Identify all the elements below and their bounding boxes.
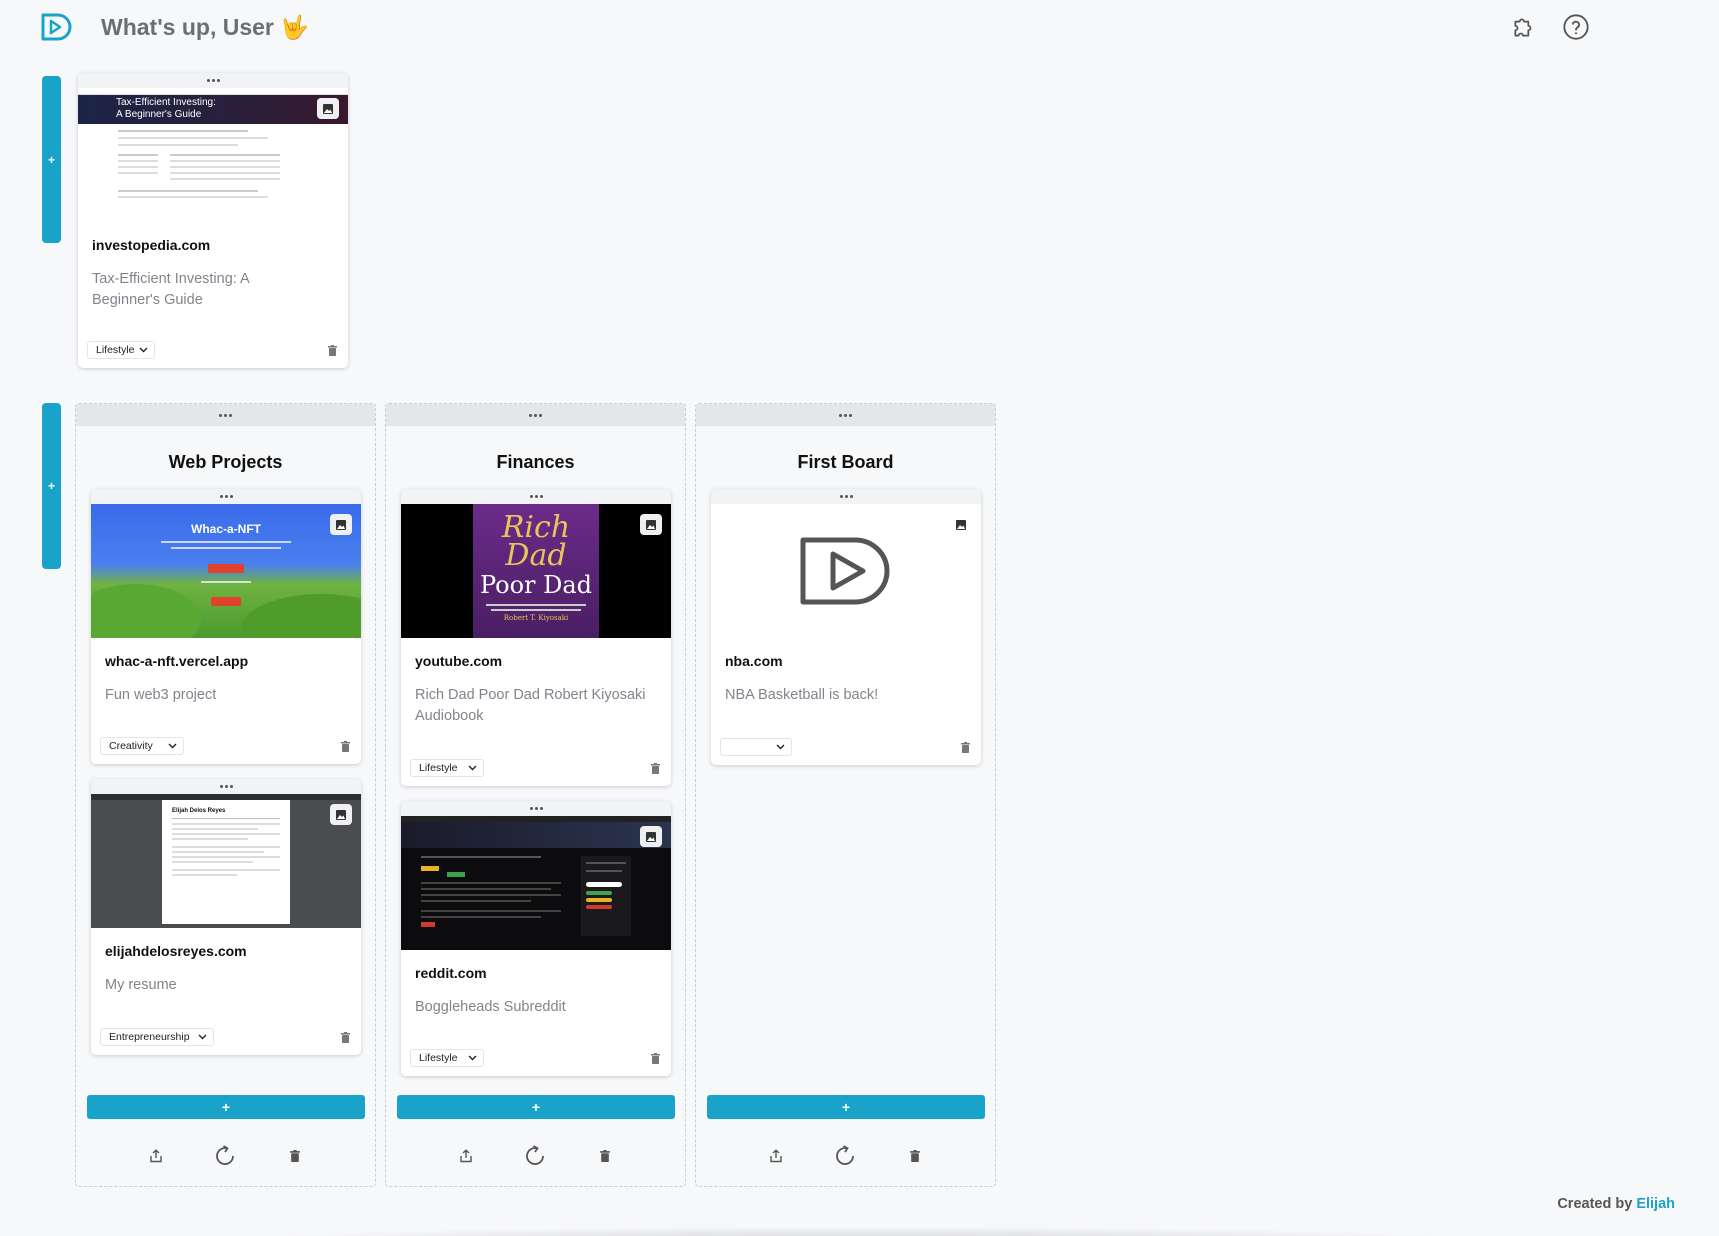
category-select[interactable]: Entrepreneurship xyxy=(100,1028,214,1046)
thumb-text-poor-dad: Poor Dad xyxy=(479,571,593,599)
trash-icon[interactable] xyxy=(592,1143,618,1169)
help-icon[interactable] xyxy=(1561,12,1591,42)
thumbnail xyxy=(401,816,671,950)
chevron-down-icon xyxy=(468,765,477,771)
bookmark-card[interactable]: Elijah Delos Reyes elijahdelosreyes.com … xyxy=(91,779,361,1055)
drag-handle[interactable] xyxy=(711,489,981,504)
chevron-down-icon xyxy=(198,1034,207,1040)
category-select[interactable]: Lifestyle xyxy=(410,759,484,777)
refresh-icon[interactable] xyxy=(212,1143,238,1169)
refresh-icon[interactable] xyxy=(522,1143,548,1169)
board-web-projects: Web Projects Whac-a-NFT whac-a-nft.verce… xyxy=(75,403,376,1187)
drag-handle[interactable] xyxy=(91,489,361,504)
trash-icon[interactable] xyxy=(649,761,661,775)
trash-icon[interactable] xyxy=(339,739,351,753)
footer-credit: Created by Elijah xyxy=(1557,1196,1675,1212)
card-site: investopedia.com xyxy=(92,237,211,253)
trash-icon[interactable] xyxy=(339,1030,351,1044)
add-card-button[interactable]: + xyxy=(397,1095,675,1119)
chevron-down-icon xyxy=(139,347,148,353)
share-icon[interactable] xyxy=(763,1143,789,1169)
card-site: nba.com xyxy=(725,653,783,669)
drag-handle[interactable] xyxy=(91,779,361,794)
category-select[interactable] xyxy=(720,738,792,756)
image-toggle-icon[interactable] xyxy=(640,826,662,847)
category-select[interactable]: Creativity xyxy=(100,737,184,755)
board-drag-handle[interactable] xyxy=(386,404,685,426)
thumb-heading: Tax-Efficient Investing: xyxy=(116,97,216,108)
page-title: What's up, User 🤟 xyxy=(101,14,309,40)
trash-icon[interactable] xyxy=(326,343,338,357)
thumb-author: Robert T. Kiyosaki xyxy=(503,614,569,622)
thumb-text-dad: Dad xyxy=(505,538,567,573)
author-link[interactable]: Elijah xyxy=(1636,1196,1675,1212)
chevron-down-icon xyxy=(468,1055,477,1061)
card-description: Rich Dad Poor Dad Robert Kiyosaki Audiob… xyxy=(415,687,646,724)
thumb-heading: Elijah Delos Reyes xyxy=(172,808,226,814)
image-toggle-icon[interactable] xyxy=(950,514,972,535)
thumbnail xyxy=(711,504,981,638)
card-site: elijahdelosreyes.com xyxy=(105,943,247,959)
puzzle-icon[interactable] xyxy=(1509,12,1539,42)
card-site: whac-a-nft.vercel.app xyxy=(105,653,249,669)
drag-handle[interactable] xyxy=(401,801,671,816)
app-logo-icon[interactable] xyxy=(40,12,72,42)
trash-icon[interactable] xyxy=(649,1051,661,1065)
chevron-down-icon xyxy=(776,744,785,750)
add-card-button[interactable]: + xyxy=(87,1095,365,1119)
thumbnail: Whac-a-NFT xyxy=(91,504,361,638)
share-icon[interactable] xyxy=(453,1143,479,1169)
board-finances: Finances Rich Dad Poor Dad Robert T. Kiy… xyxy=(385,403,686,1187)
thumb-heading: Whac-a-NFT xyxy=(191,522,261,536)
image-toggle-icon[interactable] xyxy=(640,514,662,535)
drag-handle[interactable] xyxy=(401,489,671,504)
trash-icon[interactable] xyxy=(282,1143,308,1169)
board-title: Web Projects xyxy=(168,452,283,472)
category-select[interactable]: Lifestyle xyxy=(87,341,155,359)
drag-handle[interactable] xyxy=(78,73,348,88)
chevron-down-icon xyxy=(168,743,177,749)
placeholder-logo-icon xyxy=(800,537,890,605)
card-description: Tax-Efficient Investing: A Beginner's Gu… xyxy=(92,271,249,308)
bookmark-card[interactable]: Rich Dad Poor Dad Robert T. Kiyosaki you… xyxy=(401,489,671,786)
card-description: Fun web3 project xyxy=(105,687,217,703)
bookmark-card[interactable]: reddit.com Boggleheads Subreddit Lifesty… xyxy=(401,801,671,1076)
card-site: youtube.com xyxy=(415,653,503,669)
trash-icon[interactable] xyxy=(902,1143,928,1169)
card-site: reddit.com xyxy=(415,965,487,981)
bottom-shadow xyxy=(220,1226,1499,1236)
board-first-board: First Board nba.com NBA Basketball is ba… xyxy=(695,403,996,1187)
image-toggle-icon[interactable] xyxy=(330,514,352,535)
image-toggle-icon[interactable] xyxy=(330,804,352,825)
image-toggle-icon[interactable] xyxy=(317,98,339,119)
bookmark-card[interactable]: Tax-Efficient Investing: A Beginner's Gu… xyxy=(78,73,348,368)
board-title: Finances xyxy=(496,452,575,472)
hand-emoji-icon: 🤟 xyxy=(280,14,309,40)
trash-icon[interactable] xyxy=(959,740,971,754)
share-icon[interactable] xyxy=(143,1143,169,1169)
card-description: My resume xyxy=(105,977,177,993)
add-board-button[interactable]: + xyxy=(42,403,61,569)
add-card-button[interactable]: + xyxy=(707,1095,985,1119)
bookmark-card[interactable]: Whac-a-NFT whac-a-nft.vercel.app Fun web… xyxy=(91,489,361,764)
add-row-item-button[interactable]: + xyxy=(42,76,61,243)
card-description: NBA Basketball is back! xyxy=(725,687,879,703)
board-drag-handle[interactable] xyxy=(696,404,995,426)
category-select[interactable]: Lifestyle xyxy=(410,1049,484,1067)
card-description: Boggleheads Subreddit xyxy=(415,999,566,1015)
thumbnail: Tax-Efficient Investing: A Beginner's Gu… xyxy=(78,88,348,222)
thumbnail: Elijah Delos Reyes xyxy=(91,794,361,928)
board-title: First Board xyxy=(797,452,894,472)
thumb-subheading: A Beginner's Guide xyxy=(116,109,202,120)
refresh-icon[interactable] xyxy=(832,1143,858,1169)
thumbnail: Rich Dad Poor Dad Robert T. Kiyosaki xyxy=(401,504,671,638)
bookmark-card[interactable]: nba.com NBA Basketball is back! xyxy=(711,489,981,765)
board-drag-handle[interactable] xyxy=(76,404,375,426)
